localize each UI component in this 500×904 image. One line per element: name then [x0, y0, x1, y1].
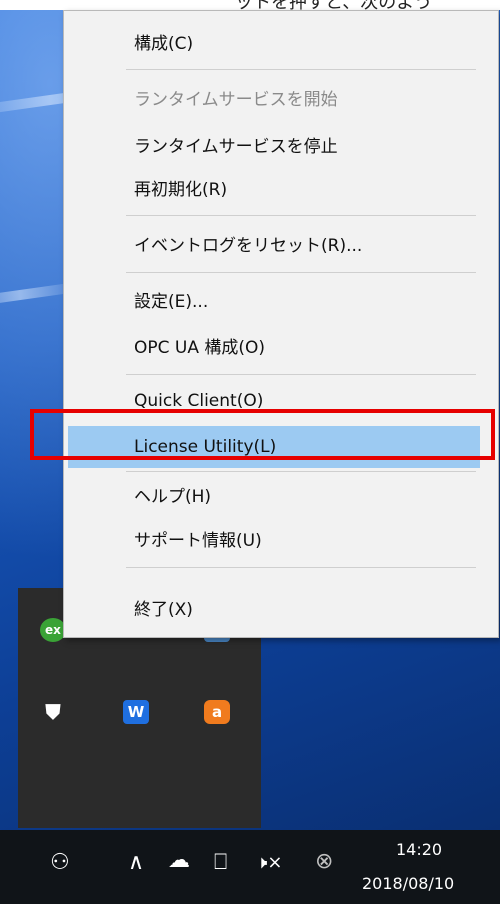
- document-caption-fragment: ットを押すと、次のよう: [0, 0, 500, 13]
- menu-separator: [126, 471, 476, 472]
- menu-item-reset-event-log[interactable]: イベントログをリセット(R)...: [68, 224, 480, 262]
- clock-time[interactable]: 14:20: [396, 840, 442, 859]
- menu-item-reinitialize[interactable]: 再初期化(R): [68, 168, 480, 206]
- avast-icon[interactable]: a: [204, 700, 230, 724]
- context-menu: 構成(C) ランタイムサービスを開始 ランタイムサービスを停止 再初期化(R) …: [63, 10, 499, 638]
- menu-item-exit[interactable]: 終了(X): [68, 588, 480, 626]
- menu-item-settings[interactable]: 設定(E)...: [68, 280, 480, 318]
- menu-item-label: ヘルプ(H): [134, 486, 212, 507]
- menu-separator: [126, 567, 476, 568]
- menu-item-label: ランタイムサービスを停止: [134, 136, 338, 157]
- security-shield-icon[interactable]: ⛊: [40, 700, 66, 724]
- menu-item-configure[interactable]: 構成(C): [68, 22, 480, 60]
- menu-item-label: ランタイムサービスを開始: [134, 89, 338, 110]
- chevron-up-icon[interactable]: ∧: [128, 852, 144, 874]
- onedrive-cloud-icon[interactable]: ☁: [168, 850, 190, 872]
- menu-item-label: イベントログをリセット(R)...: [134, 235, 363, 256]
- menu-item-label: 設定(E)...: [134, 291, 209, 312]
- menu-item-start-runtime: ランタイムサービスを開始: [68, 78, 480, 116]
- menu-separator: [126, 272, 476, 273]
- menu-item-label: Quick Client(O): [134, 391, 264, 411]
- menu-item-label: 構成(C): [134, 33, 194, 54]
- taskbar: ⚇ ∧ ☁ ⎕ 🕨× ⊗ 14:20 2018/08/10: [0, 830, 500, 904]
- error-circle-icon[interactable]: ⊗: [315, 851, 333, 873]
- menu-separator: [126, 215, 476, 216]
- menu-separator: [126, 374, 476, 375]
- menu-item-label: 再初期化(R): [134, 179, 228, 200]
- people-icon[interactable]: ⚇: [50, 852, 70, 874]
- menu-item-stop-runtime[interactable]: ランタイムサービスを停止: [68, 125, 480, 163]
- menu-item-help[interactable]: ヘルプ(H): [68, 475, 480, 513]
- menu-item-label: サポート情報(U): [134, 530, 262, 551]
- network-icon[interactable]: ⎕: [214, 852, 227, 874]
- menu-item-label: 終了(X): [134, 599, 193, 620]
- annotation-highlight-box: [30, 409, 495, 460]
- menu-item-label: OPC UA 構成(O): [134, 337, 266, 358]
- menu-separator: [126, 69, 476, 70]
- menu-item-opc-ua-config[interactable]: OPC UA 構成(O): [68, 326, 480, 364]
- w-app-icon[interactable]: W: [123, 700, 149, 724]
- volume-muted-icon[interactable]: 🕨×: [256, 854, 282, 872]
- menu-item-support-info[interactable]: サポート情報(U): [68, 519, 480, 557]
- clock-date[interactable]: 2018/08/10: [362, 874, 454, 893]
